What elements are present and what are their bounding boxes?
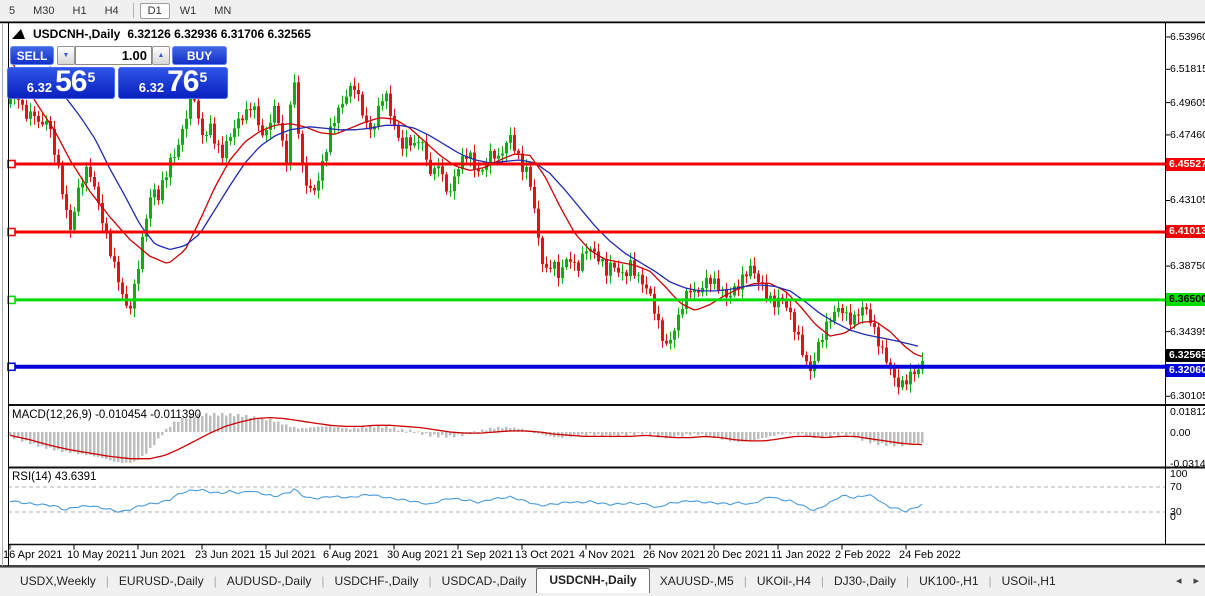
chart-ohlc-values: 6.32126 6.32936 6.31706 6.32565: [127, 27, 311, 41]
date-label: 24 Feb 2022: [899, 549, 961, 561]
price-tick-label: 6.49605: [1170, 97, 1205, 109]
price-tick-label: 6.47460: [1170, 129, 1205, 141]
horizontal-line-6.41013[interactable]: [7, 227, 1165, 237]
price-tick-label: 6.34395: [1170, 326, 1205, 338]
candlestick-layer: [9, 74, 924, 395]
date-label: 23 Jun 2021: [195, 549, 256, 561]
date-label: 1 Jun 2021: [131, 549, 186, 561]
tabs-scroll-left-icon[interactable]: ◂: [1170, 574, 1188, 593]
date-label: 10 May 2021: [67, 549, 131, 561]
chart-tab-usdx-weekly[interactable]: USDX,Weekly: [10, 570, 106, 593]
date-label: 20 Dec 2021: [707, 549, 770, 561]
date-label: 2 Feb 2022: [835, 549, 891, 561]
price-badge-6.32565: 6.32565: [1166, 349, 1205, 362]
horizontal-line-6.3206[interactable]: [7, 362, 1165, 372]
date-label: 21 Sep 2021: [451, 549, 514, 561]
price-tick-label: 6.51815: [1170, 63, 1205, 75]
tabs-scroll-right-icon[interactable]: ▸: [1187, 574, 1205, 593]
horizontal-line-6.45527[interactable]: [7, 159, 1165, 169]
chart-tab-usdcad-daily[interactable]: USDCAD-,Daily: [432, 570, 537, 593]
buy-button[interactable]: BUY: [172, 46, 227, 65]
rsi-line: [9, 488, 923, 513]
date-label: 15 Jul 2021: [259, 549, 316, 561]
volume-decrease-button[interactable]: ▼: [57, 46, 75, 65]
price-badge-6.45527: 6.45527: [1166, 158, 1205, 171]
chart-tab-bar: USDX,Weekly | EURUSD-,Daily | AUDUSD-,Daily |…: [0, 567, 1205, 593]
sell-price-big: 56: [55, 65, 87, 98]
chart-title-row: USDCNH-,Daily 6.32126 6.32936 6.31706 6.…: [11, 27, 311, 41]
chart-marker-icon: [12, 29, 25, 39]
sell-price-display[interactable]: 6.32 56 5: [7, 67, 115, 99]
price-tick-label: 6.43105: [1170, 194, 1205, 206]
buy-price-sup: 5: [199, 69, 208, 85]
chart-tab-usoil-h1[interactable]: USOil-,H1: [992, 570, 1066, 593]
ma-fast-line[interactable]: [9, 58, 923, 358]
rsi-label: RSI(14) 43.6391: [12, 471, 97, 483]
chart-tab-dj30-daily[interactable]: DJ30-,Daily: [824, 570, 906, 593]
sell-button[interactable]: SELL: [10, 46, 54, 65]
date-label: 26 Nov 2021: [643, 549, 706, 561]
date-label: 13 Oct 2021: [515, 549, 575, 561]
chart-tab-ukoil-h4[interactable]: UKOil-,H4: [747, 570, 821, 593]
price-badge-6.41013: 6.41013: [1166, 225, 1205, 238]
chart-tab-uk100-h1[interactable]: UK100-,H1: [909, 570, 988, 593]
rsi-level-lines: [8, 486, 1165, 513]
chart-tab-usdchf-daily[interactable]: USDCHF-,Daily: [325, 570, 429, 593]
date-label: 6 Aug 2021: [323, 549, 379, 561]
chart-tab-audusd-daily[interactable]: AUDUSD-,Daily: [217, 570, 322, 593]
price-tick-label: 6.38750: [1170, 260, 1205, 272]
pane-borders: [0, 21, 1205, 567]
price-badge-6.32060: 6.32060: [1166, 364, 1205, 377]
date-label: 11 Jan 2022: [771, 549, 831, 561]
sell-price-sup: 5: [87, 69, 96, 85]
date-label: 4 Nov 2021: [579, 549, 636, 561]
volume-input[interactable]: [75, 46, 152, 65]
buy-price-big: 76: [167, 65, 199, 98]
chart-tab-xauusd-m5[interactable]: XAUUSD-,M5: [650, 570, 744, 593]
date-label: 16 Apr 2021: [3, 549, 63, 561]
buy-price-prefix: 6.32: [138, 80, 165, 95]
volume-increase-button[interactable]: ▲: [152, 46, 170, 65]
rsi-tick-label: 100: [1170, 468, 1188, 480]
date-label: 30 Aug 2021: [387, 549, 449, 561]
chart-tab-eurusd-daily[interactable]: EURUSD-,Daily: [109, 570, 214, 593]
horizontal-line-6.365[interactable]: [7, 295, 1165, 305]
buy-price-display[interactable]: 6.32 76 5: [118, 67, 228, 99]
trading-platform-window: 5 M30 H1 H4 D1 W1 MN USDCNH-,Daily 6.32126 6.3…: [0, 0, 1205, 596]
price-badge-6.36500: 6.36500: [1166, 293, 1205, 306]
macd-tick-label: 0.00: [1170, 427, 1191, 439]
rsi-tick-label: 0: [1170, 511, 1176, 523]
macd-tick-label: 0.018129: [1170, 406, 1205, 418]
chart-symbol-period: USDCNH-,Daily: [33, 27, 121, 41]
macd-label: MACD(12,26,9) -0.010454 -0.011390: [12, 409, 202, 421]
price-tick-label: 6.53960: [1170, 31, 1205, 43]
one-click-trade-panel: SELL ▼ ▲ BUY 6.32 56 5 6.32 76 5: [7, 45, 228, 99]
rsi-tick-label: 70: [1170, 481, 1182, 493]
chart-tab-usdcnh-daily[interactable]: USDCNH-,Daily: [536, 568, 650, 593]
sell-price-prefix: 6.32: [26, 80, 53, 95]
price-tick-label: 6.30105: [1170, 390, 1205, 402]
